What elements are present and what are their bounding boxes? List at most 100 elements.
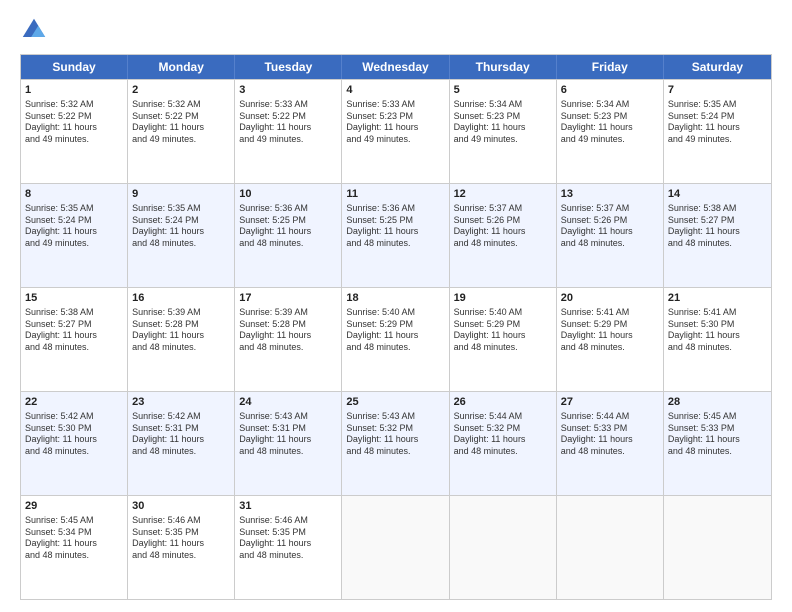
day-number: 24: [239, 395, 337, 410]
cell-info: Sunrise: 5:36 AMSunset: 5:25 PMDaylight:…: [346, 203, 444, 250]
day-cell-7: 7Sunrise: 5:35 AMSunset: 5:24 PMDaylight…: [664, 80, 771, 183]
day-cell-16: 16Sunrise: 5:39 AMSunset: 5:28 PMDayligh…: [128, 288, 235, 391]
day-number: 22: [25, 395, 123, 410]
day-cell-17: 17Sunrise: 5:39 AMSunset: 5:28 PMDayligh…: [235, 288, 342, 391]
day-cell-30: 30Sunrise: 5:46 AMSunset: 5:35 PMDayligh…: [128, 496, 235, 599]
cell-info: Sunrise: 5:37 AMSunset: 5:26 PMDaylight:…: [561, 203, 659, 250]
cell-info: Sunrise: 5:34 AMSunset: 5:23 PMDaylight:…: [561, 99, 659, 146]
day-cell-14: 14Sunrise: 5:38 AMSunset: 5:27 PMDayligh…: [664, 184, 771, 287]
cell-info: Sunrise: 5:35 AMSunset: 5:24 PMDaylight:…: [25, 203, 123, 250]
calendar-row-2: 8Sunrise: 5:35 AMSunset: 5:24 PMDaylight…: [21, 183, 771, 287]
header-day-saturday: Saturday: [664, 55, 771, 79]
day-cell-26: 26Sunrise: 5:44 AMSunset: 5:32 PMDayligh…: [450, 392, 557, 495]
day-cell-29: 29Sunrise: 5:45 AMSunset: 5:34 PMDayligh…: [21, 496, 128, 599]
empty-cell: [450, 496, 557, 599]
day-cell-12: 12Sunrise: 5:37 AMSunset: 5:26 PMDayligh…: [450, 184, 557, 287]
day-number: 30: [132, 499, 230, 514]
empty-cell: [664, 496, 771, 599]
calendar: SundayMondayTuesdayWednesdayThursdayFrid…: [20, 54, 772, 600]
cell-info: Sunrise: 5:38 AMSunset: 5:27 PMDaylight:…: [25, 307, 123, 354]
day-cell-9: 9Sunrise: 5:35 AMSunset: 5:24 PMDaylight…: [128, 184, 235, 287]
day-cell-21: 21Sunrise: 5:41 AMSunset: 5:30 PMDayligh…: [664, 288, 771, 391]
day-number: 31: [239, 499, 337, 514]
day-cell-15: 15Sunrise: 5:38 AMSunset: 5:27 PMDayligh…: [21, 288, 128, 391]
day-cell-11: 11Sunrise: 5:36 AMSunset: 5:25 PMDayligh…: [342, 184, 449, 287]
calendar-row-3: 15Sunrise: 5:38 AMSunset: 5:27 PMDayligh…: [21, 287, 771, 391]
day-cell-4: 4Sunrise: 5:33 AMSunset: 5:23 PMDaylight…: [342, 80, 449, 183]
day-number: 1: [25, 83, 123, 98]
day-number: 15: [25, 291, 123, 306]
day-cell-10: 10Sunrise: 5:36 AMSunset: 5:25 PMDayligh…: [235, 184, 342, 287]
day-cell-27: 27Sunrise: 5:44 AMSunset: 5:33 PMDayligh…: [557, 392, 664, 495]
day-number: 2: [132, 83, 230, 98]
day-number: 7: [668, 83, 767, 98]
header-day-monday: Monday: [128, 55, 235, 79]
day-number: 29: [25, 499, 123, 514]
day-cell-6: 6Sunrise: 5:34 AMSunset: 5:23 PMDaylight…: [557, 80, 664, 183]
day-cell-25: 25Sunrise: 5:43 AMSunset: 5:32 PMDayligh…: [342, 392, 449, 495]
cell-info: Sunrise: 5:35 AMSunset: 5:24 PMDaylight:…: [668, 99, 767, 146]
day-number: 16: [132, 291, 230, 306]
day-cell-13: 13Sunrise: 5:37 AMSunset: 5:26 PMDayligh…: [557, 184, 664, 287]
day-number: 14: [668, 187, 767, 202]
day-number: 4: [346, 83, 444, 98]
day-cell-1: 1Sunrise: 5:32 AMSunset: 5:22 PMDaylight…: [21, 80, 128, 183]
calendar-header: SundayMondayTuesdayWednesdayThursdayFrid…: [21, 55, 771, 79]
day-number: 12: [454, 187, 552, 202]
day-cell-31: 31Sunrise: 5:46 AMSunset: 5:35 PMDayligh…: [235, 496, 342, 599]
cell-info: Sunrise: 5:34 AMSunset: 5:23 PMDaylight:…: [454, 99, 552, 146]
day-cell-5: 5Sunrise: 5:34 AMSunset: 5:23 PMDaylight…: [450, 80, 557, 183]
cell-info: Sunrise: 5:45 AMSunset: 5:33 PMDaylight:…: [668, 411, 767, 458]
day-cell-22: 22Sunrise: 5:42 AMSunset: 5:30 PMDayligh…: [21, 392, 128, 495]
page: SundayMondayTuesdayWednesdayThursdayFrid…: [0, 0, 792, 612]
header-day-tuesday: Tuesday: [235, 55, 342, 79]
day-cell-24: 24Sunrise: 5:43 AMSunset: 5:31 PMDayligh…: [235, 392, 342, 495]
day-number: 26: [454, 395, 552, 410]
cell-info: Sunrise: 5:39 AMSunset: 5:28 PMDaylight:…: [132, 307, 230, 354]
day-cell-2: 2Sunrise: 5:32 AMSunset: 5:22 PMDaylight…: [128, 80, 235, 183]
cell-info: Sunrise: 5:42 AMSunset: 5:30 PMDaylight:…: [25, 411, 123, 458]
cell-info: Sunrise: 5:40 AMSunset: 5:29 PMDaylight:…: [346, 307, 444, 354]
day-number: 17: [239, 291, 337, 306]
cell-info: Sunrise: 5:33 AMSunset: 5:23 PMDaylight:…: [346, 99, 444, 146]
logo: [20, 16, 52, 44]
cell-info: Sunrise: 5:44 AMSunset: 5:32 PMDaylight:…: [454, 411, 552, 458]
day-number: 18: [346, 291, 444, 306]
empty-cell: [342, 496, 449, 599]
day-cell-23: 23Sunrise: 5:42 AMSunset: 5:31 PMDayligh…: [128, 392, 235, 495]
cell-info: Sunrise: 5:38 AMSunset: 5:27 PMDaylight:…: [668, 203, 767, 250]
calendar-body: 1Sunrise: 5:32 AMSunset: 5:22 PMDaylight…: [21, 79, 771, 599]
cell-info: Sunrise: 5:33 AMSunset: 5:22 PMDaylight:…: [239, 99, 337, 146]
header-day-friday: Friday: [557, 55, 664, 79]
day-cell-3: 3Sunrise: 5:33 AMSunset: 5:22 PMDaylight…: [235, 80, 342, 183]
day-number: 28: [668, 395, 767, 410]
day-cell-19: 19Sunrise: 5:40 AMSunset: 5:29 PMDayligh…: [450, 288, 557, 391]
calendar-row-1: 1Sunrise: 5:32 AMSunset: 5:22 PMDaylight…: [21, 79, 771, 183]
header: [20, 16, 772, 44]
cell-info: Sunrise: 5:39 AMSunset: 5:28 PMDaylight:…: [239, 307, 337, 354]
cell-info: Sunrise: 5:35 AMSunset: 5:24 PMDaylight:…: [132, 203, 230, 250]
cell-info: Sunrise: 5:37 AMSunset: 5:26 PMDaylight:…: [454, 203, 552, 250]
day-cell-18: 18Sunrise: 5:40 AMSunset: 5:29 PMDayligh…: [342, 288, 449, 391]
day-number: 5: [454, 83, 552, 98]
header-day-wednesday: Wednesday: [342, 55, 449, 79]
cell-info: Sunrise: 5:45 AMSunset: 5:34 PMDaylight:…: [25, 515, 123, 562]
day-number: 27: [561, 395, 659, 410]
day-number: 25: [346, 395, 444, 410]
day-number: 8: [25, 187, 123, 202]
header-day-thursday: Thursday: [450, 55, 557, 79]
cell-info: Sunrise: 5:41 AMSunset: 5:29 PMDaylight:…: [561, 307, 659, 354]
day-number: 20: [561, 291, 659, 306]
calendar-row-5: 29Sunrise: 5:45 AMSunset: 5:34 PMDayligh…: [21, 495, 771, 599]
day-number: 13: [561, 187, 659, 202]
day-cell-20: 20Sunrise: 5:41 AMSunset: 5:29 PMDayligh…: [557, 288, 664, 391]
calendar-row-4: 22Sunrise: 5:42 AMSunset: 5:30 PMDayligh…: [21, 391, 771, 495]
cell-info: Sunrise: 5:36 AMSunset: 5:25 PMDaylight:…: [239, 203, 337, 250]
day-number: 11: [346, 187, 444, 202]
day-number: 10: [239, 187, 337, 202]
empty-cell: [557, 496, 664, 599]
day-number: 6: [561, 83, 659, 98]
day-cell-28: 28Sunrise: 5:45 AMSunset: 5:33 PMDayligh…: [664, 392, 771, 495]
day-number: 21: [668, 291, 767, 306]
cell-info: Sunrise: 5:46 AMSunset: 5:35 PMDaylight:…: [239, 515, 337, 562]
